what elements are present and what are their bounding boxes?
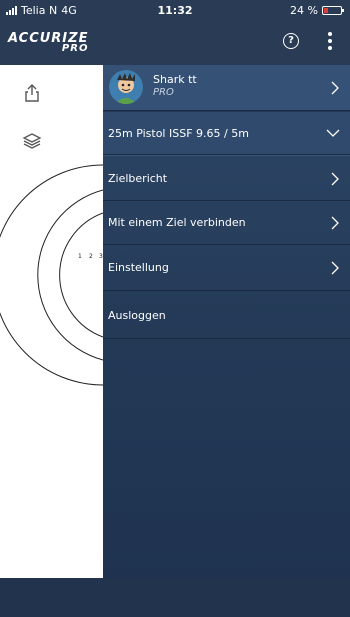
status-bar: Telia N 4G 11:32 24 % bbox=[0, 0, 350, 22]
top-bar: ACCURIZE PRO ? bbox=[0, 22, 350, 65]
chevron-right-icon bbox=[331, 261, 339, 275]
battery-fill bbox=[324, 8, 329, 13]
menu-item-connect-target[interactable]: Mit einem Ziel verbinden bbox=[103, 201, 350, 245]
avatar-cartoon-icon bbox=[109, 70, 143, 104]
navigation-drawer: Shark tt PRO 25m Pistol ISSF 9.65 / 5m Z… bbox=[103, 65, 350, 578]
app-logo: ACCURIZE PRO bbox=[8, 31, 88, 54]
chevron-right-icon bbox=[331, 81, 339, 95]
menu-item-ausloggen[interactable]: Ausloggen bbox=[103, 291, 350, 339]
chevron-down-icon bbox=[326, 129, 340, 137]
menu-item-einstellung[interactable]: Einstellung bbox=[103, 245, 350, 291]
chevron-right-icon bbox=[331, 172, 339, 186]
main-content-peek: 1 2 3 bbox=[0, 65, 103, 578]
status-right: 24 % bbox=[290, 4, 344, 17]
menu-item-label: Mit einem Ziel verbinden bbox=[108, 216, 246, 229]
profile-name: Shark tt bbox=[153, 73, 197, 86]
battery-percent: 24 % bbox=[290, 4, 318, 17]
mode-label: 25m Pistol ISSF 9.65 / 5m bbox=[108, 127, 249, 140]
menu-item-label: Einstellung bbox=[108, 261, 169, 274]
profile-row[interactable]: Shark tt PRO bbox=[103, 65, 350, 111]
shooting-mode-selector[interactable]: 25m Pistol ISSF 9.65 / 5m bbox=[103, 111, 350, 155]
ring-label-1: 1 bbox=[78, 253, 82, 260]
chevron-right-icon bbox=[331, 216, 339, 230]
target-rings: 1 2 3 bbox=[0, 164, 103, 386]
menu-item-label: Ausloggen bbox=[108, 309, 166, 322]
battery-icon bbox=[322, 6, 344, 15]
ring-label-2: 2 bbox=[89, 253, 93, 260]
profile-tier: PRO bbox=[153, 87, 174, 98]
help-icon[interactable]: ? bbox=[283, 33, 299, 49]
more-options-icon[interactable] bbox=[325, 30, 335, 52]
menu-item-zielbericht[interactable]: Zielbericht bbox=[103, 155, 350, 201]
menu-item-label: Zielbericht bbox=[108, 172, 168, 185]
avatar bbox=[109, 70, 143, 104]
bottom-bar bbox=[0, 578, 350, 617]
